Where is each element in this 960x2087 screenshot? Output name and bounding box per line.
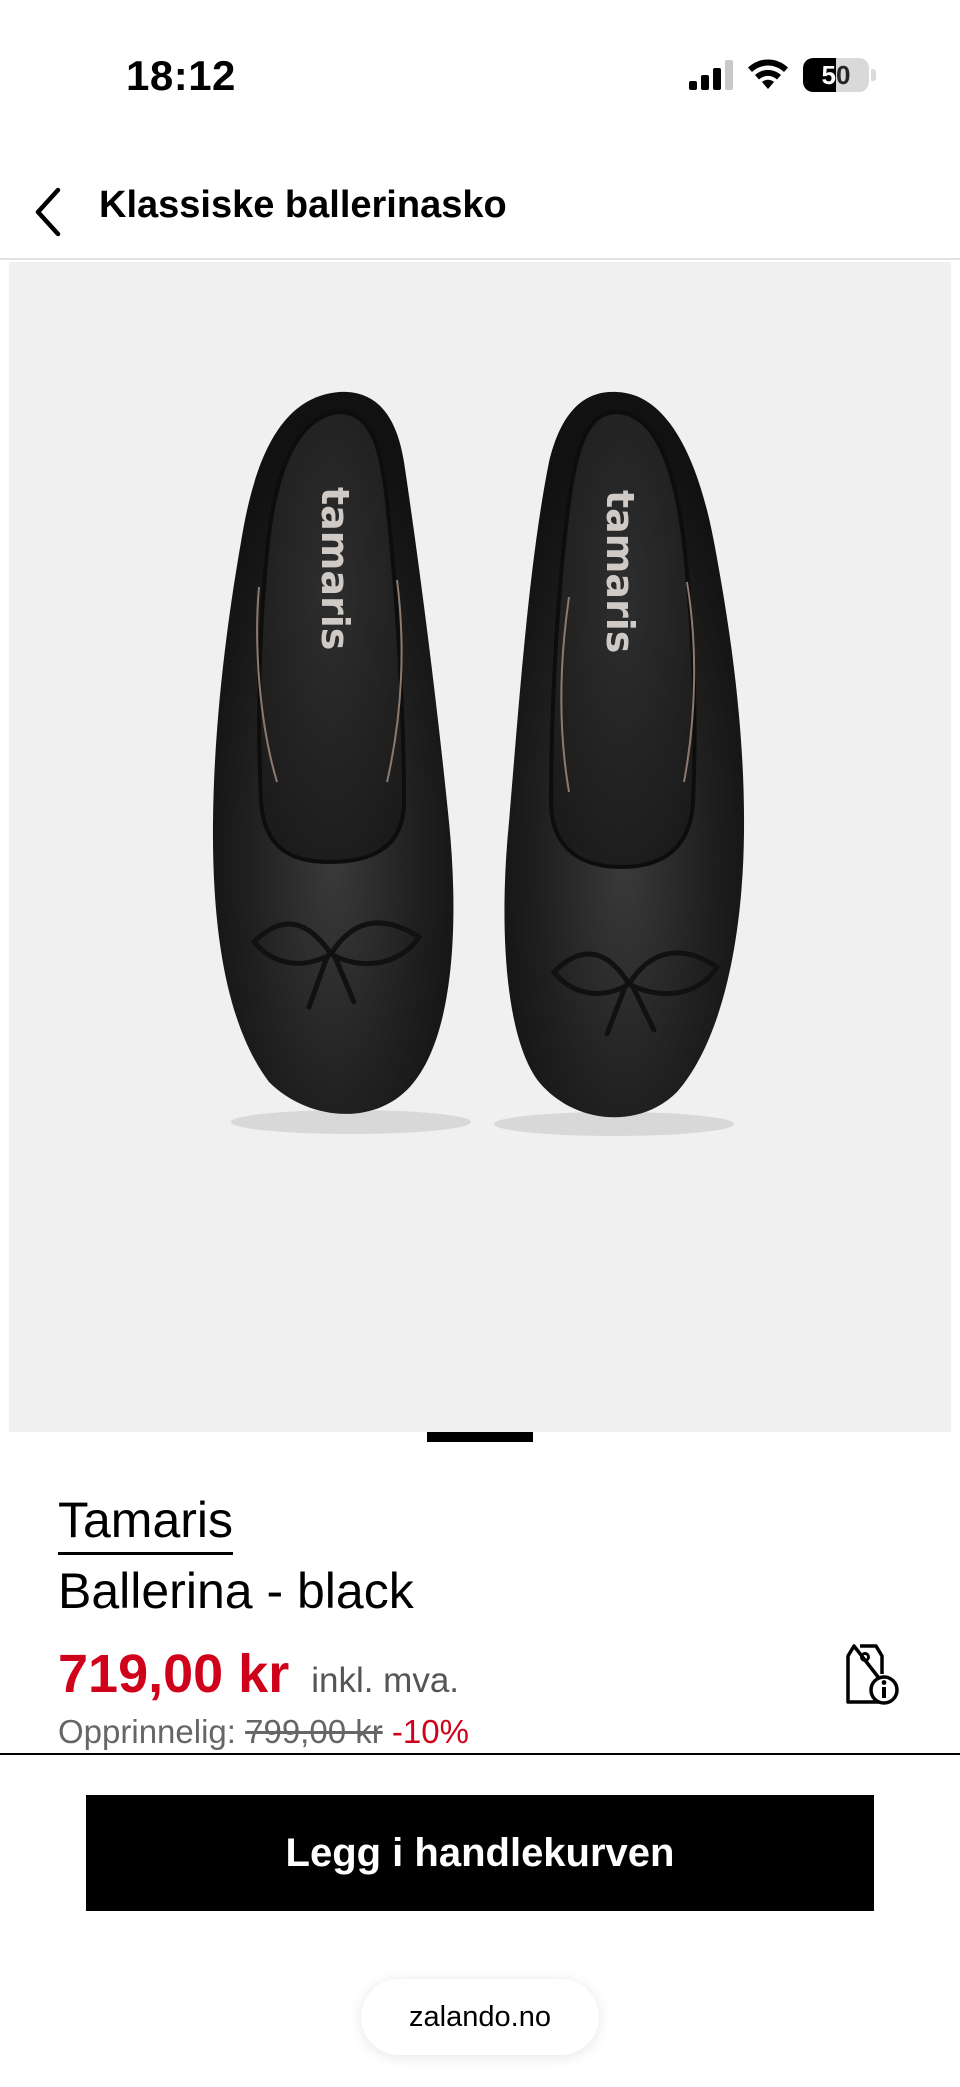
left-insole-text: tamaris xyxy=(313,487,357,650)
right-insole-text: tamaris xyxy=(598,490,642,653)
right-shoe: tamaris xyxy=(494,391,745,1136)
original-price: 799,00 kr xyxy=(245,1713,383,1750)
product-info: Tamaris Ballerina - black 719,00 kr inkl… xyxy=(58,1490,918,1751)
original-price-label: Opprinnelig: xyxy=(58,1713,236,1750)
browser-url-pill[interactable]: zalando.no xyxy=(361,1979,599,2055)
price-vat-note: inkl. mva. xyxy=(311,1661,460,1700)
carousel-indicator[interactable] xyxy=(427,1432,533,1442)
cta-panel: Legg i handlekurven zalando.no xyxy=(0,1753,960,2087)
status-bar: 18:12 50 xyxy=(0,0,960,140)
price-row: 719,00 kr inkl. mva. xyxy=(58,1643,918,1705)
cellular-signal-icon xyxy=(689,60,733,90)
page-title: Klassiske ballerinasko xyxy=(99,184,507,226)
add-to-cart-button[interactable]: Legg i handlekurven xyxy=(86,1795,874,1911)
battery-level: 50 xyxy=(821,59,851,90)
battery-icon: 50 xyxy=(803,58,869,92)
left-shoe: tamaris xyxy=(212,391,471,1134)
status-time: 18:12 xyxy=(126,52,236,99)
wifi-icon xyxy=(748,59,788,89)
current-price: 719,00 kr xyxy=(58,1644,290,1704)
price-tag-info-icon[interactable] xyxy=(842,1642,902,1708)
status-icons: 50 xyxy=(689,58,876,92)
product-image[interactable]: tamaris tamaris xyxy=(9,262,951,1432)
nav-header: Klassiske ballerinasko xyxy=(0,140,960,260)
discount-badge: -10% xyxy=(391,1713,469,1750)
brand-link[interactable]: Tamaris xyxy=(58,1490,234,1555)
original-price-row: Opprinnelig: 799,00 kr -10% xyxy=(58,1713,918,1751)
battery-cap xyxy=(871,69,876,81)
shoe-illustration: tamaris tamaris xyxy=(212,391,745,1136)
product-name: Ballerina - black xyxy=(58,1563,414,1619)
chevron-left-icon[interactable] xyxy=(30,184,70,240)
